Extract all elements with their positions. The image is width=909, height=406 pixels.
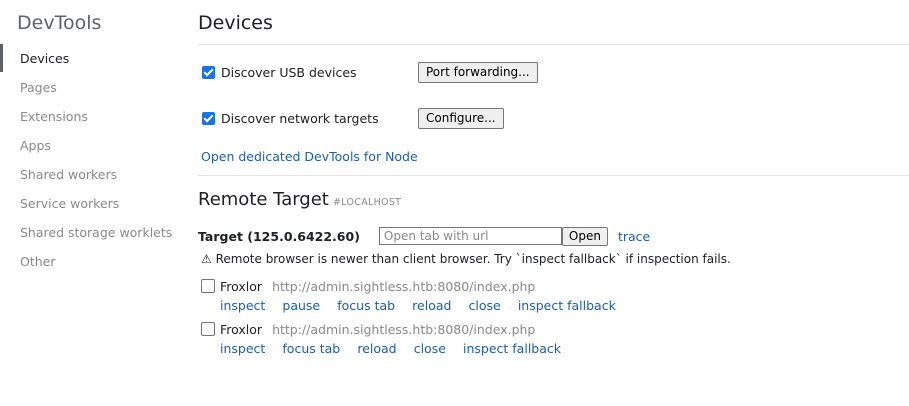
target-row: Target (125.0.6422.60) Open trace <box>198 226 650 246</box>
discover-usb-checkbox[interactable] <box>202 66 215 79</box>
app-title: DevTools <box>17 12 102 34</box>
sidebar-item-shared-storage-worklets[interactable]: Shared storage worklets <box>20 225 172 240</box>
sidebar-item-service-workers[interactable]: Service workers <box>20 196 119 211</box>
remote-target-host: #LOCALHOST <box>333 197 402 208</box>
node-devtools-link[interactable]: Open dedicated DevTools for Node <box>201 149 418 164</box>
divider <box>198 44 909 45</box>
close-link[interactable]: close <box>469 298 501 313</box>
inspect-fallback-link[interactable]: inspect fallback <box>463 341 561 356</box>
inspect-link[interactable]: inspect <box>220 298 265 313</box>
sidebar-item-devices[interactable]: Devices <box>20 51 69 66</box>
page-checkbox[interactable] <box>201 279 215 293</box>
port-forwarding-button[interactable]: Port forwarding... <box>418 62 538 83</box>
list-item: Froxlor http://admin.sightless.htb:8080/… <box>198 279 798 313</box>
inspect-link[interactable]: inspect <box>220 341 265 356</box>
configure-button[interactable]: Configure... <box>418 108 504 129</box>
pause-link[interactable]: pause <box>282 298 320 313</box>
reload-link[interactable]: reload <box>412 298 451 313</box>
sidebar-item-extensions[interactable]: Extensions <box>20 109 88 124</box>
page-name: Froxlor <box>220 322 263 337</box>
focus-tab-link[interactable]: focus tab <box>337 298 395 313</box>
discover-usb-label: Discover USB devices <box>221 65 357 80</box>
focus-tab-link[interactable]: focus tab <box>282 341 340 356</box>
open-tab-url-input[interactable] <box>378 227 562 245</box>
discover-network-checkbox[interactable] <box>202 112 215 125</box>
close-link[interactable]: close <box>414 341 446 356</box>
page-title: Devices <box>198 12 273 34</box>
remote-target-title: Remote Target <box>198 189 329 210</box>
page-name: Froxlor <box>220 279 263 294</box>
discover-usb-row: Discover USB devices <box>202 65 357 80</box>
sidebar-item-shared-workers[interactable]: Shared workers <box>20 167 117 182</box>
discover-network-label: Discover network targets <box>221 111 379 126</box>
main-panel: Devices Discover USB devices Port forwar… <box>198 0 909 406</box>
sidebar: DevTools Devices Pages Extensions Apps S… <box>0 0 180 406</box>
reload-link[interactable]: reload <box>357 341 396 356</box>
trace-link[interactable]: trace <box>618 229 650 244</box>
inspect-fallback-link[interactable]: inspect fallback <box>518 298 616 313</box>
target-name: Target (125.0.6422.60) <box>198 228 360 244</box>
divider <box>198 175 909 176</box>
discover-network-row: Discover network targets <box>202 111 379 126</box>
selected-indicator <box>0 44 3 72</box>
list-item: Froxlor http://admin.sightless.htb:8080/… <box>198 322 798 356</box>
sidebar-item-other[interactable]: Other <box>20 254 56 269</box>
page-checkbox[interactable] <box>201 322 215 336</box>
version-warning: ⚠ Remote browser is newer than client br… <box>201 252 731 266</box>
page-url: http://admin.sightless.htb:8080/index.ph… <box>272 322 536 337</box>
open-button[interactable]: Open <box>561 226 608 246</box>
sidebar-item-pages[interactable]: Pages <box>20 80 57 95</box>
page-url: http://admin.sightless.htb:8080/index.ph… <box>272 279 536 294</box>
sidebar-item-apps[interactable]: Apps <box>20 138 51 153</box>
